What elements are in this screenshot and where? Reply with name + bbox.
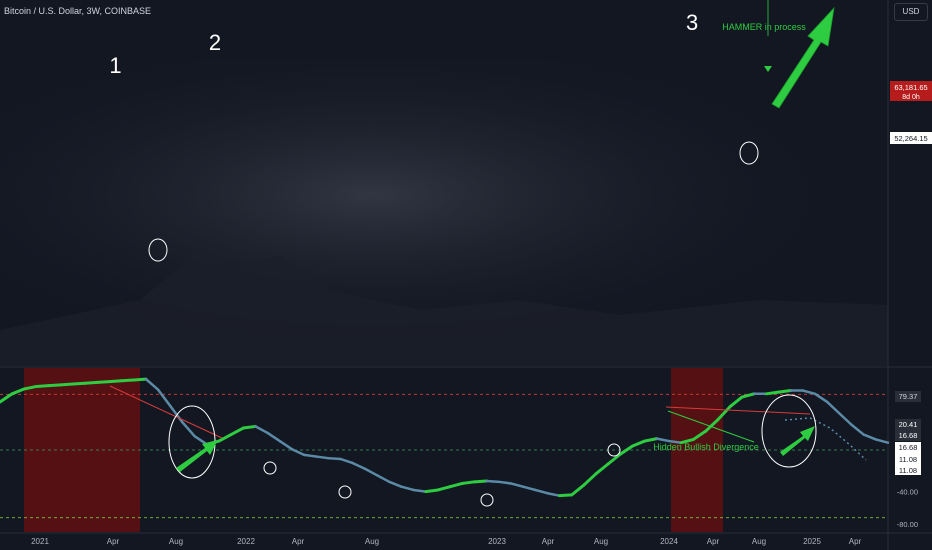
osc-segment (302, 453, 318, 458)
osc-segment (485, 479, 500, 484)
osc-segment (59, 382, 75, 387)
osc-segment (327, 456, 342, 461)
osc-tag-current-b: 16.68 (899, 431, 918, 440)
osc-segment (764, 390, 781, 396)
x-tick-label: 2025 (803, 537, 821, 546)
osc-segment (460, 480, 476, 485)
x-tick-label: Aug (169, 537, 183, 546)
x-tick-label: Aug (752, 537, 766, 546)
x-tick-label: 2022 (237, 537, 255, 546)
symbol-title: Bitcoin / U.S. Dollar, 3W, COINBASE (4, 6, 152, 16)
osc-y-tick-label: -40.00 (897, 488, 918, 497)
osc-segment (71, 381, 87, 386)
osc-tag-low-b: 11.08 (899, 466, 917, 475)
currency-button[interactable]: USD (894, 3, 928, 21)
x-tick-label: 2021 (31, 537, 49, 546)
osc-segment (412, 488, 428, 493)
osc-segment (424, 488, 440, 494)
wave-2-label: 2 (209, 30, 221, 55)
x-tick-label: 2024 (660, 537, 678, 546)
osc-segment (497, 480, 513, 485)
current-price-value: 63,181.65 (894, 83, 927, 92)
osc-segment (47, 383, 63, 388)
hammer-label: HAMMER in process (722, 22, 806, 32)
osc-segment (107, 379, 124, 384)
osc-segment (241, 424, 257, 430)
osc-segment (95, 380, 111, 384)
btc-chart[interactable]: 75,000.0070,000.0065,000.0060,000.0055,0… (0, 0, 932, 550)
osc-segment (315, 455, 330, 460)
osc-tag-low-a: 11.08 (899, 455, 917, 464)
wave-1-label: 1 (109, 53, 121, 78)
osc-segment (120, 378, 136, 383)
x-tick-label: Aug (365, 537, 379, 546)
osc-y-tick-label: -80.00 (897, 520, 918, 529)
osc-segment (558, 493, 574, 498)
chart-area[interactable]: 75,000.0070,000.0065,000.0060,000.0055,0… (0, 0, 932, 550)
osc-tag-current-b2: 16.68 (899, 443, 918, 452)
osc-tag-top: 79.37 (899, 392, 918, 401)
wave-3-label: 3 (686, 10, 698, 35)
x-tick-label: 2023 (488, 537, 506, 546)
current-price-countdown: 8d 0h (902, 94, 920, 101)
osc-segment (472, 479, 489, 484)
divergence-label: Hidden Bullish Divergence (653, 442, 759, 452)
x-tick-label: Apr (707, 537, 720, 546)
x-tick-label: Aug (594, 537, 608, 546)
osc-segment (83, 380, 99, 385)
osc-segment (132, 377, 148, 382)
osc-tag-current-a: 20.41 (899, 420, 918, 429)
x-tick-label: Apr (107, 537, 120, 546)
x-tick-label: Apr (292, 537, 305, 546)
x-tick-label: Apr (542, 537, 555, 546)
osc-segment (34, 384, 51, 388)
x-tick-label: Apr (849, 537, 862, 546)
osc-segment (777, 389, 793, 394)
marked-price-value: 52,264.15 (894, 134, 927, 143)
